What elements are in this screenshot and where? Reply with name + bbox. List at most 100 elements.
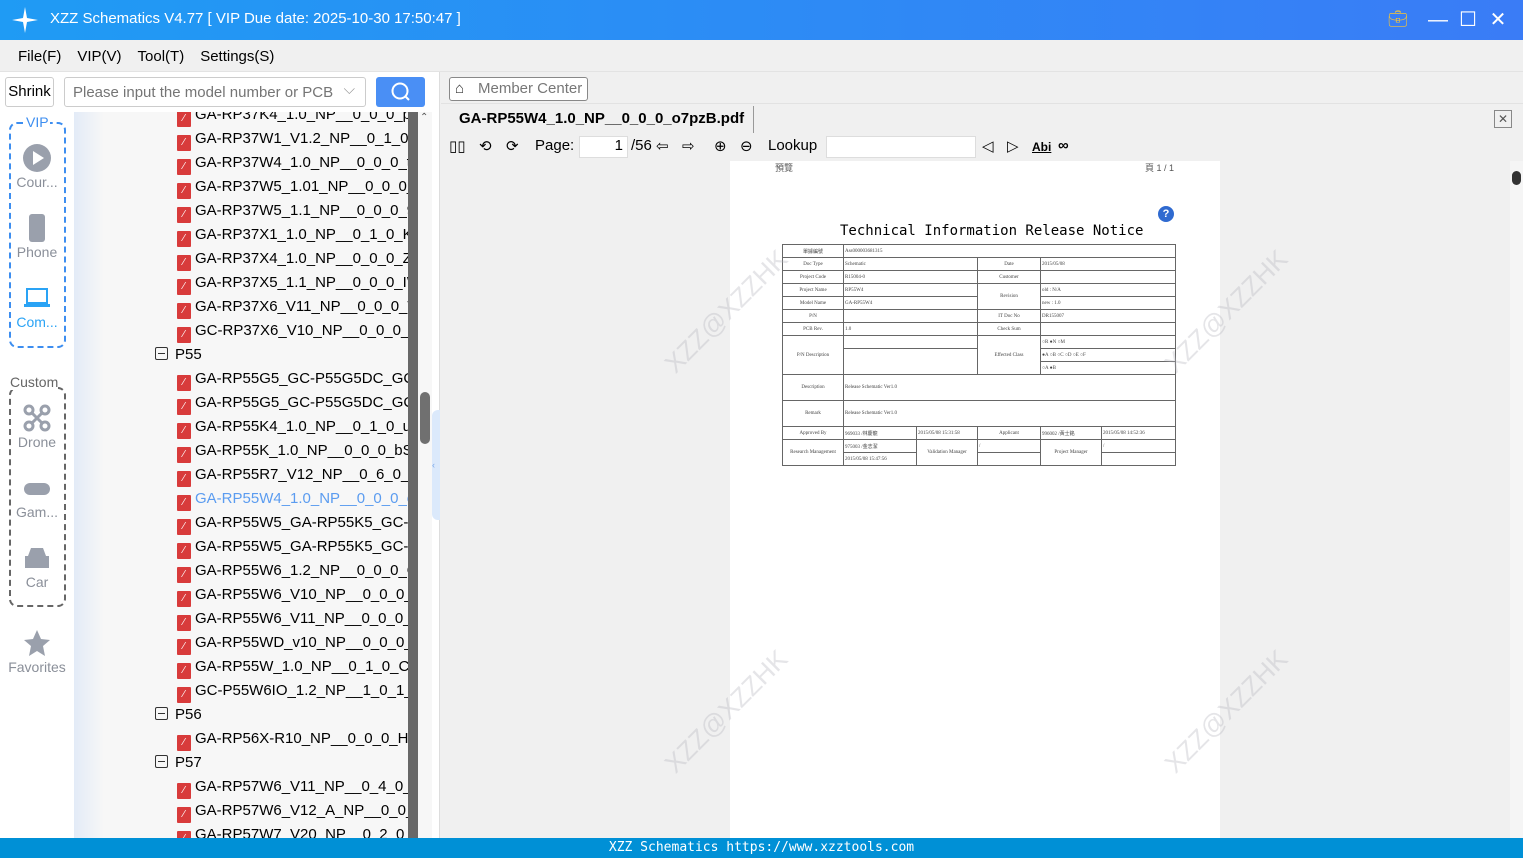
group-label: P56 — [175, 706, 202, 723]
previous-page-icon[interactable]: ⇦ — [656, 137, 669, 155]
pdf-file-icon: ⁄ — [177, 735, 191, 751]
tree-file-item[interactable]: ⁄ GA-RP55W6_V10_NP__0_0_0_FA — [177, 583, 408, 607]
file-name: GA-RP37X1_1.0_NP__0_1_0_KTC — [195, 226, 408, 243]
briefcase-icon[interactable]: 💼︎ — [1386, 8, 1410, 32]
next-page-icon[interactable]: ⇨ — [682, 137, 695, 155]
zoom-in-icon[interactable]: ⊕ — [714, 137, 727, 155]
tree-file-item[interactable]: ⁄ GA-RP37W4_1.0_NP__0_0_0_tT2 — [177, 151, 408, 175]
tree-file-item[interactable]: ⁄ GA-RP56X-R10_NP__0_0_0_Hg6 — [177, 727, 408, 751]
match-case-button[interactable]: Abi — [1032, 140, 1051, 154]
sidebar-item-favorites[interactable]: Favorites — [0, 629, 74, 675]
shrink-button[interactable]: Shrink — [5, 77, 54, 107]
member-center-button[interactable]: ⌂ Member Center — [449, 77, 588, 101]
pdf-file-icon: ⁄ — [177, 327, 191, 343]
two-page-view-icon[interactable]: ▯▯ — [449, 137, 466, 155]
file-name: GA-RP37W5_1.1_NP__0_0_0_90I — [195, 202, 408, 219]
rotate-right-icon[interactable]: ⟳ — [506, 137, 519, 155]
file-name: GA-RP56X-R10_NP__0_0_0_Hg6 — [195, 730, 408, 747]
tree-group[interactable]: P55 — [155, 343, 202, 367]
close-button[interactable]: ✕ — [1486, 8, 1510, 32]
tree-file-item[interactable]: ⁄ GC-RP37X6_V10_NP__0_0_0_di7 — [177, 319, 408, 343]
tree-file-item[interactable]: ⁄ GA-RP57W6_V11_NP__0_4_0_vF — [177, 775, 408, 799]
pdf-file-icon: ⁄ — [177, 279, 191, 295]
tree-file-item[interactable]: ⁄ GA-RP57W7_V20_NP__0_2_0_K9 — [177, 823, 408, 838]
tree-file-item[interactable]: ⁄ GA-RP37W5_1.01_NP__0_0_0_Z — [177, 175, 408, 199]
tree-file-item[interactable]: ⁄ GA-RP57W6_V12_A_NP__0_0_0_ — [177, 799, 408, 823]
tree-file-item[interactable]: ⁄ GA-RP55W6_V11_NP__0_0_0_sN — [177, 607, 408, 631]
tree-file-item[interactable]: ⁄ GA-RP37X5_1.1_NP__0_0_0_IWX — [177, 271, 408, 295]
search-button[interactable] — [376, 77, 425, 107]
sidebar-item-computer[interactable]: Com... — [0, 284, 74, 330]
form-cell: Project Manager — [1040, 439, 1102, 466]
form-cell: Remark — [782, 400, 844, 427]
tree-file-item[interactable]: ⁄ GA-RP55K4_1.0_NP__0_1_0_u06 — [177, 415, 408, 439]
divider — [441, 103, 1523, 104]
scrollbar-thumb[interactable] — [420, 392, 430, 444]
maximize-button[interactable]: ☐ — [1456, 8, 1480, 32]
lookup-input[interactable] — [826, 136, 976, 158]
find-previous-icon[interactable]: ◁ — [982, 137, 994, 155]
menu-settings[interactable]: Settings(S) — [200, 48, 274, 65]
rotate-left-icon[interactable]: ⟲ — [479, 137, 492, 155]
tree-file-item[interactable]: ⁄GA-RP37X1_1.0_NP__0_1_0_KTC — [177, 223, 408, 247]
menu-file[interactable]: File(F) — [18, 48, 61, 65]
tree-file-item[interactable]: ⁄ GA-RP55W4_1.0_NP__0_0_0_o7 — [177, 487, 408, 511]
file-name: GA-RP55R7_V12_NP__0_6_0_oV — [195, 466, 408, 483]
tree-file-item[interactable]: ⁄ GA-RP55W5_GA-RP55K5_GC-P5 — [177, 511, 408, 535]
tree-file-item[interactable]: ⁄ GA-RP55G5_GC-P55G5DC_GC-P — [177, 367, 408, 391]
file-name: GA-RP55W5_GA-RP55K5_GC-P5 — [195, 514, 408, 531]
sidebar-item-car[interactable]: Car — [0, 544, 74, 590]
search-icon — [391, 82, 410, 101]
form-cell: P/N Description — [782, 335, 844, 375]
tree-scrollbar[interactable]: ⌃ — [418, 112, 432, 838]
search-input[interactable] — [73, 79, 343, 105]
sidebar-item-games[interactable]: Gam... — [0, 474, 74, 520]
pdf-file-icon: ⁄ — [177, 135, 191, 151]
document-tab[interactable]: GA-RP55W4_1.0_NP__0_0_0_o7pzB.pdf — [450, 106, 755, 133]
form-cell — [843, 335, 978, 349]
collapse-icon[interactable] — [155, 755, 168, 768]
collapse-panel-handle[interactable]: ‹ — [432, 410, 440, 520]
tree-file-item[interactable]: ⁄ GA-RP55WD_v10_NP__0_0_0_rN — [177, 631, 408, 655]
tree-file-item[interactable]: ⁄ GA-RP55W5_GA-RP55K5_GC-P5 — [177, 535, 408, 559]
tree-file-item[interactable]: ⁄ GA-RP37X4_1.0_NP__0_0_0_ZXc — [177, 247, 408, 271]
sidebar-item-courses[interactable]: Cour... — [0, 144, 74, 190]
pdf-file-icon: ⁄ — [177, 567, 191, 583]
tree-file-item[interactable]: ⁄ GA-RP37X6_V11_NP__0_0_0_WV — [177, 295, 408, 319]
tree-file-item[interactable]: ⁄GA-RP55K_1.0_NP__0_0_0_bS3C — [177, 439, 408, 463]
tree-file-item[interactable]: ⁄GC-P55W6IO_1.2_NP__1_0_1_LC — [177, 679, 408, 703]
tree-file-item[interactable]: ⁄ GA-RP55W_1.0_NP__0_1_0_CcR — [177, 655, 408, 679]
help-icon[interactable]: ? — [1158, 206, 1174, 222]
form-cell: Ass000003681315 — [843, 244, 1176, 258]
chevron-down-icon[interactable]: ⌵ — [344, 81, 355, 98]
pdf-file-icon: ⁄ — [177, 831, 191, 838]
pdf-viewer[interactable]: 預覽 頁 1 / 1 ? Technical Information Relea… — [441, 161, 1523, 838]
sidebar-item-drone[interactable]: Drone — [0, 404, 74, 450]
find-next-icon[interactable]: ▷ — [1007, 137, 1019, 155]
viewer-scrollbar[interactable] — [1510, 161, 1523, 838]
tree-file-item[interactable]: ⁄ GA-RP55W6_1.2_NP__0_0_0_OR — [177, 559, 408, 583]
collapse-icon[interactable] — [155, 347, 168, 360]
tree-file-item[interactable]: ⁄ GA-RP55R7_V12_NP__0_6_0_oV — [177, 463, 408, 487]
tree-file-item[interactable]: ⁄ GA-RP37W1_V1.2_NP__0_1_0_Y — [177, 127, 408, 151]
tree-file-item[interactable]: ⁄ GA-RP37K4_1.0_NP__0_0_0_pm — [177, 112, 408, 127]
close-tab-icon[interactable]: ✕ — [1494, 110, 1512, 128]
menu-vip[interactable]: VIP(V) — [77, 48, 121, 65]
tree-group[interactable]: P56 — [155, 703, 202, 727]
scroll-up-icon[interactable]: ⌃ — [420, 112, 428, 123]
page-number-input[interactable]: 1 — [579, 136, 628, 158]
tree-group[interactable]: P57 — [155, 751, 202, 775]
binoculars-icon[interactable]: ∞ — [1058, 137, 1069, 154]
minimize-button[interactable]: — — [1426, 8, 1450, 32]
model-search-combo[interactable]: ⌵ — [64, 77, 366, 107]
pdf-file-icon: ⁄ — [177, 423, 191, 439]
scrollbar-thumb[interactable] — [1512, 171, 1521, 185]
file-name: GC-P55W6IO_1.2_NP__1_0_1_LC — [195, 682, 408, 699]
tree-file-item[interactable]: ⁄ GA-RP37W5_1.1_NP__0_0_0_90I — [177, 199, 408, 223]
sidebar-item-phone[interactable]: Phone — [0, 214, 74, 260]
zoom-out-icon[interactable]: ⊖ — [740, 137, 753, 155]
tree-file-item[interactable]: ⁄ GA-RP55G5_GC-P55G5DC_GC-P — [177, 391, 408, 415]
form-cell: R15004-0 — [843, 270, 978, 284]
collapse-icon[interactable] — [155, 707, 168, 720]
menu-tool[interactable]: Tool(T) — [138, 48, 185, 65]
